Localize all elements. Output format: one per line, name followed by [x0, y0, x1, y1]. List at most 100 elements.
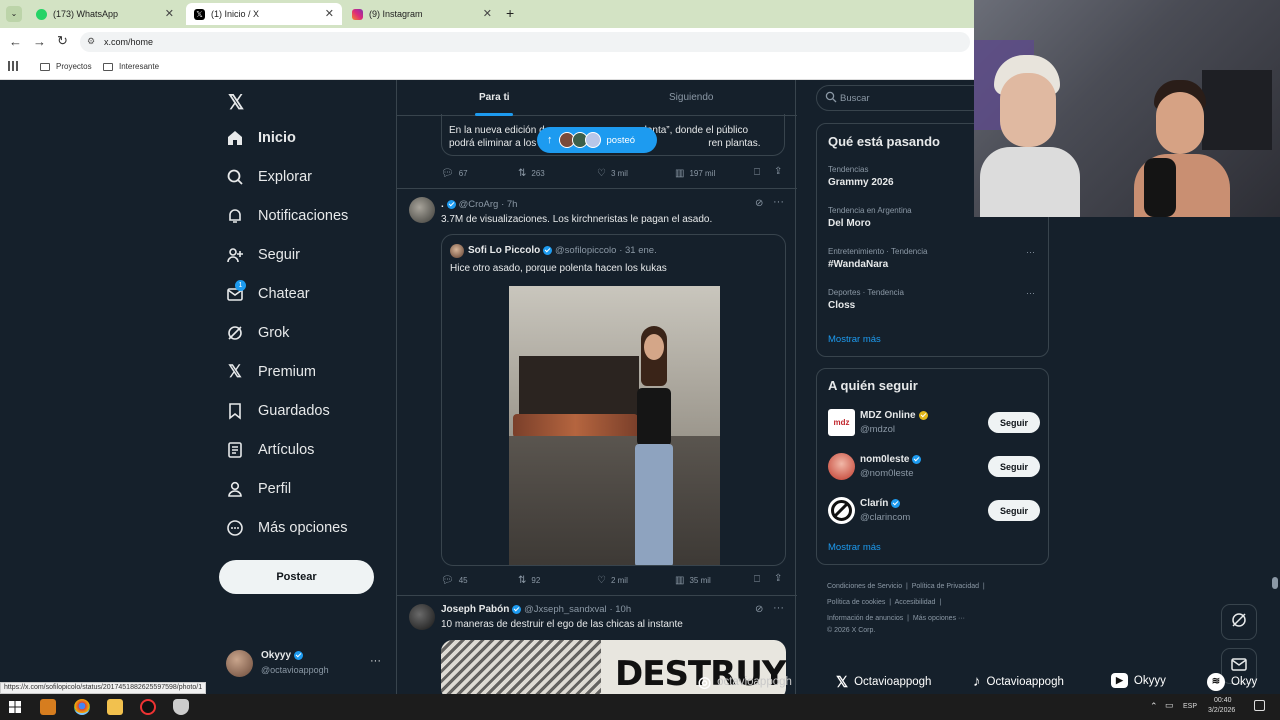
more-dots-icon[interactable]: ···	[773, 196, 784, 208]
views-button[interactable]: ▥ 197 mil	[675, 168, 715, 179]
x-logo-icon[interactable]: 𝕏	[228, 90, 244, 115]
new-posts-pill[interactable]: ↑ posteó	[537, 127, 657, 153]
more-dots-icon[interactable]: ···	[1026, 247, 1035, 257]
back-icon[interactable]: ←	[9, 34, 22, 49]
more-dots-icon[interactable]: ···	[773, 602, 784, 614]
app-icon[interactable]	[140, 699, 156, 715]
follow-button[interactable]: Seguir	[988, 412, 1040, 433]
reply-button[interactable]: 💬︎ 67	[441, 168, 468, 179]
follow-button[interactable]: Seguir	[988, 500, 1040, 521]
who-to-follow-card: A quién seguir mdz MDZ Online @mdzol Seg…	[816, 368, 1049, 565]
sidebar-item-label: Chatear	[258, 286, 310, 302]
follow-button[interactable]: Seguir	[988, 456, 1040, 477]
grok-icon	[226, 324, 244, 342]
sidebar-item-premium[interactable]: 𝕏 Premium	[226, 362, 316, 381]
url-field[interactable]: ⚙ x.com/home	[80, 32, 970, 52]
arrow-up-icon: ↑	[547, 134, 553, 146]
footer-link[interactable]: Más opciones ···	[913, 615, 965, 622]
repost-button[interactable]: ⇅ 263	[518, 168, 545, 179]
account-switcher[interactable]: Okyyy @octavioappogh ···	[226, 647, 386, 681]
more-dots-icon[interactable]: ···	[1026, 288, 1035, 298]
sidebar-item-chatear[interactable]: 1 Chatear	[226, 280, 310, 303]
mail-icon: 1	[226, 280, 246, 303]
footer-link[interactable]: Información de anuncios	[827, 615, 903, 622]
views-button[interactable]: ▥ 35 mil	[675, 575, 711, 586]
sidebar-item-guardados[interactable]: Guardados	[226, 402, 330, 420]
notifications-icon[interactable]	[1254, 700, 1265, 711]
show-more-link[interactable]: Mostrar más	[828, 542, 881, 553]
like-button[interactable]: ♡ 3 mil	[597, 168, 628, 179]
sidebar-item-articulos[interactable]: Artículos	[226, 441, 314, 459]
sidebar-item-notificaciones[interactable]: Notificaciones	[226, 207, 348, 225]
show-more-link[interactable]: Mostrar más	[828, 334, 881, 345]
avatar	[226, 650, 253, 677]
footer-link[interactable]: Política de cookies	[827, 599, 885, 606]
post-text: 10 maneras de destruir el ego de las chi…	[441, 619, 683, 630]
post-2[interactable]: . @CroArg · 7h ⊘ ··· 3.7M de visualizaci…	[397, 189, 797, 595]
like-button[interactable]: ♡ 2 mil	[597, 575, 628, 586]
site-info-icon[interactable]: ⚙	[87, 36, 95, 47]
windows-start-icon[interactable]	[9, 701, 21, 713]
footer-link[interactable]: Política de Privacidad	[912, 583, 979, 590]
grok-icon[interactable]: ⊘	[755, 604, 763, 615]
social-tiktok: ♪ Octavioappogh	[973, 673, 1064, 690]
notification-badge: 1	[235, 280, 246, 291]
author-name: MDZ Online	[860, 410, 916, 421]
forward-icon[interactable]: →	[33, 34, 46, 49]
tab-para-ti[interactable]: Para ti	[397, 80, 591, 116]
tab-instagram[interactable]: (9) Instagram ✕	[344, 3, 500, 25]
grill-icon	[513, 414, 638, 438]
follow-suggestion[interactable]: Clarín @clarincom Seguir	[817, 495, 1050, 531]
trend-item[interactable]: Entretenimiento · Tendencia #WandaNara ·…	[828, 247, 1038, 270]
sidebar-item-grok[interactable]: Grok	[226, 324, 289, 342]
tab-siguiendo[interactable]: Siguiendo	[597, 80, 797, 116]
sidebar-item-seguir[interactable]: Seguir	[226, 246, 300, 264]
close-tab-icon[interactable]: ✕	[483, 7, 492, 20]
reply-button[interactable]: 💬︎ 45	[441, 575, 468, 586]
sidebar-item-label: Perfil	[258, 481, 292, 497]
tab-label: Siguiendo	[669, 92, 714, 103]
chrome-icon[interactable]	[74, 699, 90, 715]
language-indicator[interactable]: ESP	[1183, 703, 1197, 710]
close-tab-icon[interactable]: ✕	[325, 7, 334, 20]
sidebar-item-perfil[interactable]: Perfil	[226, 480, 291, 498]
apps-grid-icon[interactable]	[8, 61, 18, 71]
bookmark-proyectos[interactable]: Proyectos	[40, 62, 92, 71]
share-icon[interactable]: ⇪	[774, 166, 787, 177]
file-explorer-icon[interactable]	[107, 699, 123, 715]
timeline: Para ti Siguiendo En la nueva edición dl…	[396, 80, 797, 694]
footer-link[interactable]: Condiciones de Servicio	[827, 583, 902, 590]
post-button[interactable]: Postear	[219, 560, 374, 594]
grok-icon[interactable]: ⊘	[755, 198, 763, 209]
bookmark-icon[interactable]: ⎕	[754, 167, 765, 178]
follow-suggestion[interactable]: mdz MDZ Online @mdzol Seguir	[817, 407, 1050, 443]
verified-badge-icon	[543, 245, 553, 255]
follow-suggestion[interactable]: nom0leste @nom0leste Seguir	[817, 451, 1050, 487]
repost-button[interactable]: ⇅ 92	[518, 575, 540, 586]
sidebar-item-explorar[interactable]: Explorar	[226, 168, 312, 186]
trend-item[interactable]: Deportes · Tendencia Closs ···	[828, 288, 1038, 311]
repost-icon: ⇅	[518, 575, 527, 586]
bookmark-interesante[interactable]: Interesante	[103, 62, 159, 71]
reload-icon[interactable]: ↻	[57, 33, 68, 49]
tab-whatsapp[interactable]: (173) WhatsApp ✕	[28, 3, 182, 25]
tab-title: (1) Inicio / X	[211, 9, 260, 19]
sidebar-item-mas-opciones[interactable]: Más opciones	[226, 519, 347, 537]
grok-floating-button[interactable]	[1221, 604, 1257, 640]
tray-chevron-icon[interactable]: ⌃	[1150, 701, 1158, 712]
shield-icon[interactable]	[173, 699, 189, 715]
tab-x-home[interactable]: 𝕏 (1) Inicio / X ✕	[186, 3, 342, 25]
tab-list-dropdown-icon[interactable]: ⌄	[6, 6, 22, 22]
close-tab-icon[interactable]: ✕	[165, 7, 174, 20]
sidebar-item-inicio[interactable]: Inicio	[226, 129, 296, 147]
share-icon[interactable]: ⇪	[774, 573, 787, 584]
footer-link[interactable]: Accesibilidad	[895, 599, 936, 606]
quoted-post[interactable]: Sofi Lo Piccolo @sofilopiccolo · 31 ene.…	[441, 234, 786, 566]
search-placeholder: Buscar	[840, 93, 870, 104]
post-photo[interactable]	[509, 286, 720, 565]
media-player-icon[interactable]	[40, 699, 56, 715]
more-dots-icon[interactable]: ···	[370, 655, 381, 667]
bookmark-icon[interactable]: ⎕	[754, 574, 765, 585]
page-scrollbar[interactable]	[1272, 577, 1278, 589]
new-tab-button[interactable]: +	[506, 5, 514, 21]
